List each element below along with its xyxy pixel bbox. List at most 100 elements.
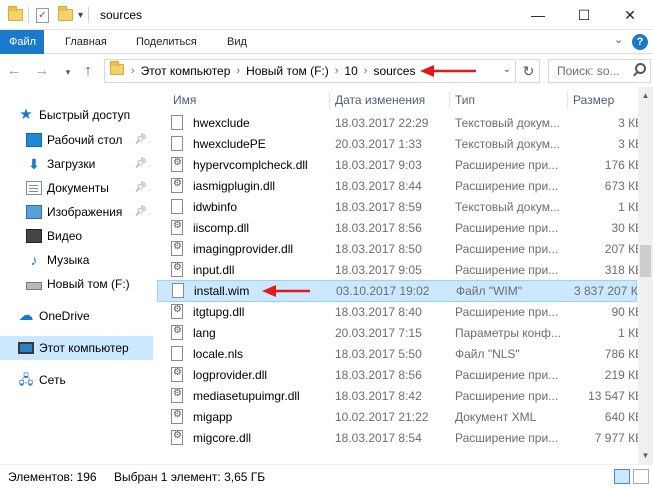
breadcrumb-folder-10[interactable]: 10 [341,64,360,78]
file-date: 18.03.2017 8:54 [335,431,422,445]
column-header-size[interactable]: Размер [567,89,614,111]
new-folder-icon[interactable] [58,6,73,24]
pin-icon[interactable]: 📌︎ [134,182,147,193]
pin-icon[interactable]: 📌︎ [134,206,147,217]
properties-icon[interactable]: ✓ [36,6,49,24]
chevron-right-icon[interactable]: › [361,65,371,77]
large-icons-view-icon[interactable] [633,469,649,484]
file-row-selected[interactable]: install.wim 03.10.2017 19:02 Файл "WIM" … [157,280,638,302]
address-dropdown-icon[interactable]: ⌄ [503,64,511,75]
breadcrumb-sources[interactable]: sources [370,64,418,78]
file-name: install.wim [194,284,250,298]
nav-documents[interactable]: Документы 📌︎ [0,176,153,200]
file-name: hwexclude [193,116,250,130]
file-row[interactable]: input.dll 18.03.2017 9:05 Расширение при… [157,260,638,281]
ribbon-expand-icon[interactable]: ⌄ [614,33,623,46]
file-row[interactable]: migapp 10.02.2017 21:22 Документ XML 640… [157,407,638,428]
file-size: 3 КБ [618,137,638,151]
breadcrumb-drive[interactable]: Новый том (F:) [243,64,332,78]
file-row[interactable]: hwexclude 18.03.2017 22:29 Текстовый док… [157,113,638,134]
up-button[interactable]: ↑ [78,61,98,81]
column-header-name[interactable]: Имя [167,89,196,111]
file-row[interactable]: iasmigplugin.dll 18.03.2017 8:44 Расшире… [157,176,638,197]
nav-pictures[interactable]: Изображения 📌︎ [0,200,153,224]
tab-file[interactable]: Файл [0,30,44,54]
maximize-button[interactable]: ☐ [561,0,607,30]
folder-icon [8,6,23,24]
pin-icon[interactable]: 📌︎ [134,158,147,169]
help-icon[interactable]: ? [632,34,648,50]
drive-icon [26,281,42,290]
file-row[interactable]: locale.nls 18.03.2017 5:50 Файл "NLS" 78… [157,344,638,365]
file-row[interactable]: idwbinfo 18.03.2017 8:59 Текстовый докум… [157,197,638,218]
minimize-button[interactable]: — [515,0,561,30]
nav-music[interactable]: ♪ Музыка [0,248,153,272]
scrollbar-thumb[interactable] [640,245,651,277]
video-icon [26,229,42,243]
file-row[interactable]: hwexcludePE 20.03.2017 1:33 Текстовый до… [157,134,638,155]
file-date: 18.03.2017 8:56 [335,221,422,235]
file-name: migapp [193,410,233,424]
file-size: 7 977 КБ [594,431,638,445]
separator [28,6,29,24]
chevron-right-icon[interactable]: › [128,65,138,77]
file-row[interactable]: logprovider.dll 18.03.2017 8:56 Расширен… [157,365,638,386]
breadcrumb-this-pc[interactable]: Этот компьютер [138,64,234,78]
file-type: Расширение при... [455,158,559,172]
nav-video[interactable]: Видео [0,224,153,248]
file-row[interactable]: lang 20.03.2017 7:15 Параметры конф... 1… [157,323,638,344]
column-header-date[interactable]: Дата изменения [329,89,425,111]
nav-downloads[interactable]: ⬇ Загрузки 📌︎ [0,152,153,176]
file-name: lang [193,326,216,340]
address-bar[interactable]: › Этот компьютер › Новый том (F:) › 10 ›… [104,59,516,83]
file-name: locale.nls [193,347,244,361]
tab-home[interactable]: Главная [55,30,117,54]
column-header-type[interactable]: Тип [449,89,475,111]
chevron-right-icon[interactable]: › [233,65,243,77]
separator [88,6,89,24]
nav-this-pc[interactable]: Этот компьютер [0,336,153,360]
star-icon: ★ [19,106,33,123]
selection-info: Выбран 1 элемент: 3,65 ГБ [114,470,266,484]
nav-drive-f[interactable]: Новый том (F:) [0,272,153,296]
scroll-up-icon[interactable]: ▲ [638,87,653,104]
file-type: Расширение при... [455,389,559,403]
text-file-icon [171,115,183,130]
documents-icon [26,181,42,195]
file-row[interactable]: hypervcomplcheck.dll 18.03.2017 9:03 Рас… [157,155,638,176]
dll-file-icon [171,157,183,172]
quick-access-dropdown-icon[interactable]: ▾ [78,6,83,24]
back-button[interactable]: ← [4,61,24,81]
tab-view[interactable]: Вид [217,30,257,54]
file-type: Файл "WIM" [456,284,523,298]
recent-locations-dropdown-icon[interactable]: ▾ [58,62,78,82]
file-list: Имя Дата изменения Тип Размер hwexclude … [153,87,638,464]
file-size: 3 837 207 КБ [574,284,638,298]
nav-onedrive[interactable]: ☁ OneDrive [0,304,153,328]
chevron-right-icon[interactable]: › [332,65,342,77]
file-row[interactable]: migcore.dll 18.03.2017 8:54 Расширение п… [157,428,638,449]
details-view-icon[interactable] [614,469,630,484]
nav-desktop[interactable]: Рабочий стол 📌︎ [0,128,153,152]
file-date: 18.03.2017 8:44 [335,179,422,193]
file-row[interactable]: imagingprovider.dll 18.03.2017 8:50 Расш… [157,239,638,260]
file-row[interactable]: iiscomp.dll 18.03.2017 8:56 Расширение п… [157,218,638,239]
onedrive-icon: ☁ [18,307,34,324]
nav-quick-access[interactable]: ★ Быстрый доступ [0,103,153,127]
vertical-scrollbar[interactable]: ▲ ▼ [638,87,653,464]
file-name: idwbinfo [193,200,238,214]
forward-button[interactable]: → [32,61,52,81]
file-date: 18.03.2017 8:40 [335,305,422,319]
pin-icon[interactable]: 📌︎ [134,134,147,145]
refresh-button[interactable]: ↻ [518,59,540,83]
tab-share[interactable]: Поделиться [126,30,207,54]
scroll-down-icon[interactable]: ▼ [638,447,653,464]
search-input[interactable]: Поиск: so... [548,59,651,83]
nav-label: Видео [47,229,83,243]
file-size: 786 КБ [604,347,638,361]
close-button[interactable]: ✕ [607,0,653,30]
nav-label: Загрузки [47,157,96,171]
nav-network[interactable]: 🖧︎ Сеть [0,368,153,392]
file-row[interactable]: itgtupg.dll 18.03.2017 8:40 Расширение п… [157,302,638,323]
file-row[interactable]: mediasetupuimgr.dll 18.03.2017 8:42 Расш… [157,386,638,407]
